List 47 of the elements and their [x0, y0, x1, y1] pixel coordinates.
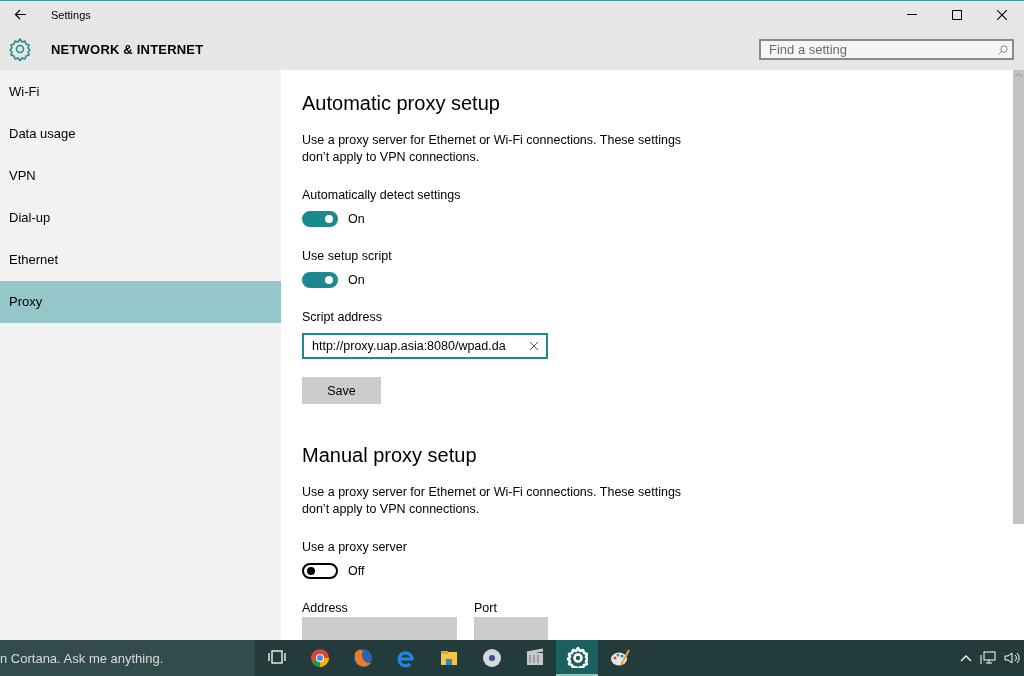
- field-label: Port: [474, 601, 498, 615]
- toggle-switch[interactable]: [302, 563, 338, 579]
- settings-icon: [8, 37, 32, 61]
- toggle-state-label: Off: [348, 564, 365, 578]
- search-icon: [998, 44, 1008, 55]
- sidebar-item[interactable]: Wi-Fi: [0, 71, 281, 113]
- close-icon: [996, 9, 1007, 20]
- section-heading: Automatic proxy setup: [302, 92, 501, 115]
- setting-label: Use setup script: [302, 249, 393, 263]
- sidebar-item[interactable]: Ethernet: [0, 239, 281, 281]
- settings-icon: [566, 646, 588, 668]
- browser-icon: [308, 647, 331, 669]
- toggle-switch[interactable]: [302, 272, 338, 288]
- scrollbar[interactable]: [1013, 70, 1024, 524]
- search-hint: n Cortana. Ask me anything.: [0, 650, 164, 666]
- sidebar-item[interactable]: VPN: [0, 155, 281, 197]
- field-label: Script address: [302, 310, 383, 324]
- volume-icon: [1004, 651, 1020, 665]
- save-button[interactable]: Save: [302, 377, 381, 404]
- search-field[interactable]: Find a setting: [759, 38, 1014, 60]
- back-arrow-icon: [13, 9, 27, 20]
- sidebar-item[interactable]: Data usage: [0, 113, 281, 155]
- browser-icon: [351, 647, 374, 669]
- toggle-switch[interactable]: [302, 211, 338, 227]
- chevron-up-icon: [960, 654, 972, 662]
- toggle-state-label: On: [348, 273, 365, 287]
- network-icon: [980, 651, 996, 665]
- setting-label: Use a proxy server: [302, 540, 408, 554]
- input-field[interactable]: http://proxy.uap.asia:8080/wpad.da: [302, 333, 548, 359]
- field-label: Address: [302, 601, 349, 615]
- toggle-state-label: On: [348, 212, 365, 226]
- maximize-icon: [951, 9, 962, 20]
- page-title: NETWORK & INTERNET: [50, 41, 205, 57]
- disc-icon: [480, 647, 503, 669]
- sidebar-item[interactable]: Dial-up: [0, 197, 281, 239]
- taskbar-button[interactable]: [556, 640, 598, 676]
- minimize-icon: [906, 14, 917, 15]
- clear-icon: [530, 342, 538, 350]
- input-field[interactable]: [302, 617, 457, 640]
- setting-label: Automatically detect settings: [302, 188, 462, 202]
- section-description: Use a proxy server for Ethernet or Wi-Fi connections. These settings don’t apply to VPN connections.: [302, 132, 683, 166]
- scroll-up-icon: [1015, 73, 1022, 77]
- window-title: Settings: [50, 8, 92, 21]
- section-description: Use a proxy server for Ethernet or Wi-Fi connections. These settings don’t apply to VPN connections.: [302, 484, 683, 518]
- input-field[interactable]: [474, 617, 548, 640]
- sidebar-item[interactable]: Proxy: [0, 281, 281, 323]
- section-heading: Manual proxy setup: [302, 444, 478, 467]
